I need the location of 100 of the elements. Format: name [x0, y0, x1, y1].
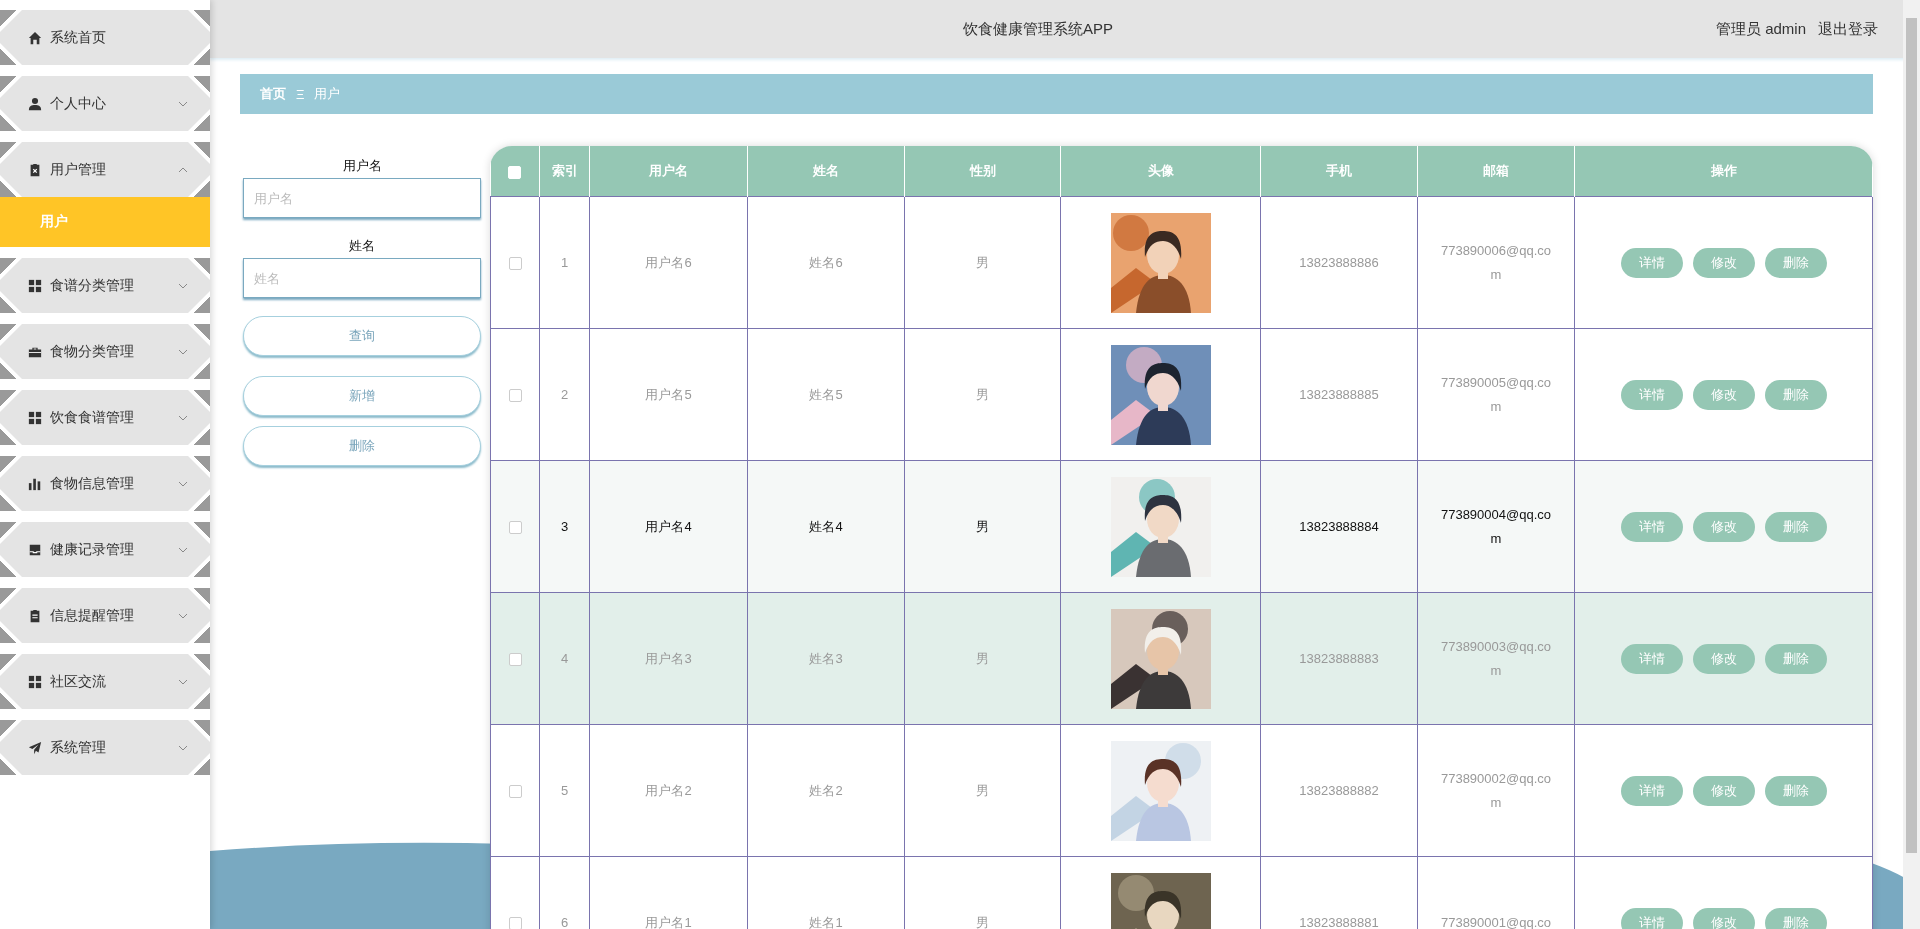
breadcrumb-current: 用户	[314, 85, 341, 103]
column-header: 操作	[1574, 146, 1873, 197]
grid-icon	[28, 278, 42, 293]
checkbox[interactable]	[508, 917, 522, 929]
menu-item[interactable]: 食物分类管理	[0, 324, 210, 379]
detail-button[interactable]: 详情	[1620, 247, 1683, 278]
menu-item[interactable]: 个人中心	[0, 76, 210, 131]
column-header: 用户名	[589, 146, 748, 197]
table-row[interactable]: 3 用户名4 姓名4 男 13823888884 773890004@qq.com 详情 修改 删除	[490, 460, 1873, 593]
detail-button[interactable]: 详情	[1620, 511, 1683, 542]
table-cell: 用户名5	[589, 328, 748, 461]
column-header: 头像	[1060, 146, 1261, 197]
menu-item[interactable]: 食谱分类管理	[0, 258, 210, 313]
email-text: 773890004@qq.com	[1440, 505, 1552, 548]
detail-button[interactable]: 详情	[1620, 643, 1683, 674]
scrollbar-thumb[interactable]	[1906, 18, 1917, 853]
edit-button[interactable]: 修改	[1692, 379, 1755, 410]
delete-button[interactable]: 删除	[1764, 775, 1827, 806]
table-row[interactable]: 5 用户名2 姓名2 男 13823888882 773890002@qq.com 详情 修改 删除	[490, 724, 1873, 857]
email-text: 773890006@qq.com	[1440, 241, 1552, 284]
table-cell: 姓名5	[747, 328, 905, 461]
add-button[interactable]: 新增	[243, 376, 481, 416]
delete-button[interactable]: 删除	[1764, 907, 1827, 929]
menu-item[interactable]: 系统首页	[0, 10, 210, 65]
detail-button[interactable]: 详情	[1620, 907, 1683, 929]
email-text: 773890001@qq.co	[1440, 913, 1552, 929]
delete-button[interactable]: 删除	[243, 426, 481, 466]
menu-item[interactable]: 食物信息管理	[0, 456, 210, 511]
delete-button[interactable]: 删除	[1764, 247, 1827, 278]
submenu-item[interactable]: 用户	[0, 197, 210, 247]
table-row[interactable]: 2 用户名5 姓名5 男 13823888885 773890005@qq.com 详情 修改 删除	[490, 328, 1873, 461]
breadcrumb-separator: Ξ	[296, 86, 305, 102]
detail-button[interactable]: 详情	[1620, 775, 1683, 806]
table-cell: 4	[539, 592, 590, 725]
caret-icon	[178, 282, 188, 289]
edit-button[interactable]: 修改	[1692, 247, 1755, 278]
delete-button[interactable]: 删除	[1764, 511, 1827, 542]
edit-button[interactable]: 修改	[1692, 775, 1755, 806]
tray-icon	[28, 542, 42, 557]
table-cell: 用户名6	[589, 196, 748, 329]
breadcrumb-link[interactable]: 首页	[260, 85, 286, 103]
search-button[interactable]: 查询	[243, 316, 481, 356]
caret-icon	[178, 166, 188, 173]
input-field[interactable]: 用户名	[243, 178, 481, 218]
scrollbar[interactable]	[1903, 0, 1920, 929]
clipboard-icon	[28, 608, 42, 623]
table-cell: 用户名4	[589, 460, 748, 593]
detail-button[interactable]: 详情	[1620, 379, 1683, 410]
menu-item[interactable]: 信息提醒管理	[0, 588, 210, 643]
table-cell: 2	[539, 328, 590, 461]
email-text: 773890005@qq.com	[1440, 373, 1552, 416]
edit-button[interactable]: 修改	[1692, 643, 1755, 674]
caret-icon	[178, 100, 188, 107]
column-header: 邮箱	[1417, 146, 1575, 197]
table-cell: 13823888883	[1260, 592, 1418, 725]
table-cell: 男	[904, 196, 1061, 329]
grid-icon	[28, 674, 42, 689]
table-row[interactable]: 4 用户名3 姓名3 男 13823888883 773890003@qq.com 详情 修改 删除	[490, 592, 1873, 725]
checkbox[interactable]	[508, 389, 522, 403]
table-cell: 男	[904, 460, 1061, 593]
field-label: 用户名	[342, 157, 382, 175]
app-title: 饮食健康管理系统APP	[961, 19, 1114, 39]
column-header: 索引	[539, 146, 590, 197]
checkbox[interactable]	[508, 257, 522, 271]
table-cell: 男	[904, 724, 1061, 857]
table-cell: 用户名3	[589, 592, 748, 725]
delete-button[interactable]: 删除	[1764, 379, 1827, 410]
user-label: 管理员 admin	[1715, 19, 1806, 39]
table-cell: 13823888885	[1260, 328, 1418, 461]
email-text: 773890002@qq.com	[1440, 769, 1552, 812]
table-cell: 13823888884	[1260, 460, 1418, 593]
table-row[interactable]: 1 用户名6 姓名6 男 13823888886 773890006@qq.com 详情 修改 删除	[490, 196, 1873, 329]
caret-icon	[178, 612, 188, 619]
menu-item[interactable]: 用户管理	[0, 142, 210, 197]
table-cell: 用户名2	[589, 724, 748, 857]
caret-icon	[178, 348, 188, 355]
delete-button[interactable]: 删除	[1764, 643, 1827, 674]
checkbox[interactable]	[508, 521, 522, 535]
input-field[interactable]: 姓名	[243, 258, 481, 298]
table-cell: 姓名3	[747, 592, 905, 725]
clipboard-x-icon	[28, 162, 42, 177]
menu-item[interactable]: 健康记录管理	[0, 522, 210, 577]
edit-button[interactable]: 修改	[1692, 511, 1755, 542]
menu-item[interactable]: 饮食食谱管理	[0, 390, 210, 445]
person-icon	[28, 96, 42, 111]
table-cell: 3	[539, 460, 590, 593]
table-row[interactable]: 6 用户名1 姓名1 男 13823888881 773890001@qq.co 详情 修改 删除	[490, 856, 1873, 929]
checkbox[interactable]	[508, 653, 522, 667]
checkbox[interactable]	[508, 785, 522, 799]
edit-button[interactable]: 修改	[1692, 907, 1755, 929]
email-text: 773890003@qq.com	[1440, 637, 1552, 680]
caret-icon	[178, 744, 188, 751]
grid-icon	[28, 410, 42, 425]
field-label: 姓名	[349, 237, 375, 255]
column-header: 性别	[904, 146, 1061, 197]
menu-item[interactable]: 系统管理	[0, 720, 210, 775]
menu-item[interactable]: 社区交流	[0, 654, 210, 709]
logout-link[interactable]: 退出登录	[1818, 19, 1878, 39]
table-cell: 姓名2	[747, 724, 905, 857]
column-header: 姓名	[747, 146, 905, 197]
